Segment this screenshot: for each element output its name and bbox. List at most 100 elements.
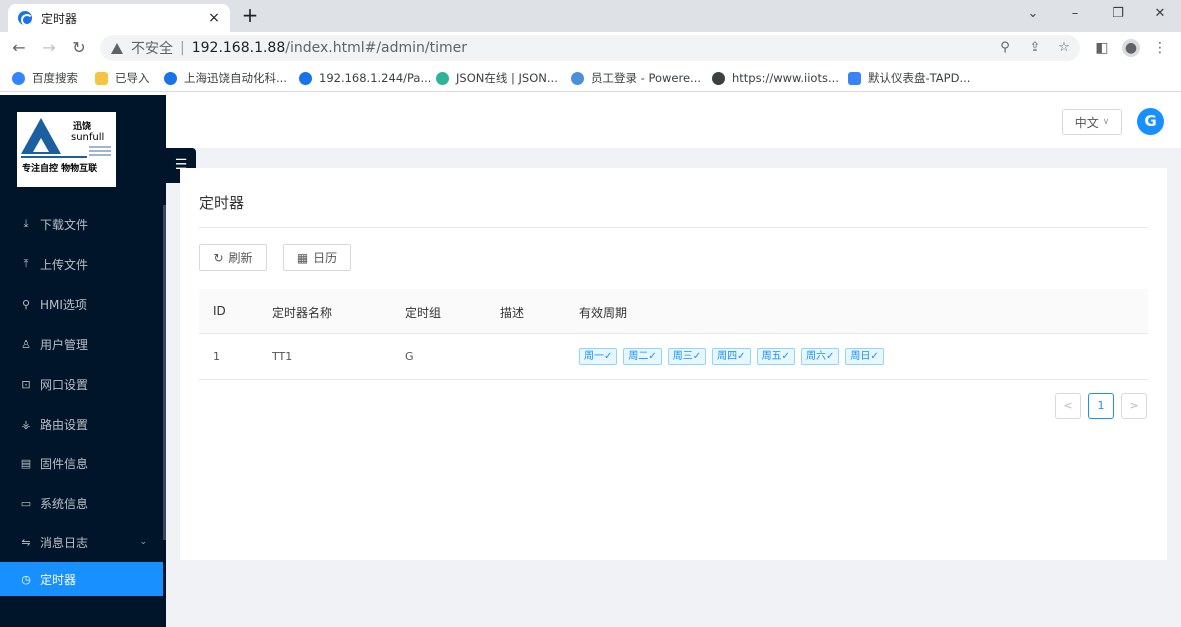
logo-triangle-inner: [33, 138, 49, 152]
cell-group: G: [405, 350, 414, 363]
sidebar-item-label: 定时器: [40, 572, 77, 587]
bookmarks-bar: 百度搜索 已导入 上海迅饶自动化科... 192.168.1.244/Pa...…: [0, 64, 1181, 92]
window-close-button[interactable]: ✕: [1140, 0, 1180, 28]
reload-icon[interactable]: ↻: [67, 36, 91, 60]
logo: 迅饶 sunfull 专注自控 物物互联: [17, 112, 116, 187]
day-tag-tue: 周二✓: [623, 348, 662, 365]
bookmark-item[interactable]: 百度搜索: [12, 70, 78, 86]
share-icon[interactable]: ⇪: [1026, 39, 1044, 57]
logo-cn-text: 迅饶: [73, 122, 92, 132]
site-icon: [299, 71, 312, 85]
next-page-button[interactable]: >: [1121, 393, 1147, 419]
prev-page-button[interactable]: <: [1055, 393, 1081, 419]
period-tags: 周一✓ 周二✓ 周三✓ 周四✓ 周五✓ 周六✓ 周日✓: [579, 348, 884, 365]
column-header-id[interactable]: ID: [213, 304, 226, 318]
bookmark-item[interactable]: 192.168.1.244/Pa...: [299, 70, 431, 86]
bookmark-label: 百度搜索: [32, 71, 78, 85]
sidebar-item-label: 网口设置: [40, 377, 89, 392]
app-header: 中文 ∨ G: [166, 95, 1181, 148]
table-row[interactable]: 1 TT1 G 周一✓ 周二✓ 周三✓ 周四✓ 周五✓ 周六✓ 周日✓: [199, 334, 1148, 380]
refresh-button[interactable]: ↻ 刷新: [199, 244, 267, 271]
sidebar-item-download[interactable]: ⤓ 下载文件: [0, 207, 163, 241]
sidebar-item-firmware[interactable]: ▤ 固件信息: [0, 446, 163, 480]
tab-title: 定时器: [41, 11, 78, 26]
bookmark-label: JSON在线 | JSON...: [456, 71, 558, 85]
bookmark-label: 默认仪表盘-TAPD...: [868, 71, 971, 85]
bookmark-item[interactable]: JSON在线 | JSON...: [436, 70, 558, 86]
bookmark-folder[interactable]: 已导入: [95, 70, 150, 86]
folder-icon: [95, 71, 108, 85]
cell-id: 1: [213, 350, 220, 363]
site-favicon-icon: [18, 11, 33, 26]
column-header-name[interactable]: 定时器名称: [272, 304, 332, 321]
language-select[interactable]: 中文 ∨: [1062, 109, 1122, 135]
calendar-button[interactable]: ▦ 日历: [283, 244, 351, 271]
bookmark-item[interactable]: 上海迅饶自动化科...: [164, 70, 287, 86]
title-divider: [199, 227, 1148, 228]
browser-tab[interactable]: 定时器 ×: [8, 4, 230, 32]
bookmark-label: 员工登录 - Powere...: [591, 71, 702, 85]
url-host: 192.168.1.88: [191, 40, 286, 56]
logo-en-text: sunfull: [71, 132, 105, 143]
browser-menu-icon[interactable]: ⋮: [1151, 39, 1169, 57]
logo-bar: [21, 156, 87, 158]
globe-icon: [712, 71, 725, 85]
sidebar-item-network[interactable]: ⊡ 网口设置: [0, 367, 163, 401]
network-icon: ⊡: [21, 377, 31, 391]
bookmark-star-icon[interactable]: ☆: [1055, 39, 1073, 57]
sidebar-item-logs[interactable]: ⇋ 消息日志 ⌄: [0, 525, 163, 559]
day-tag-sat: 周六✓: [800, 348, 840, 365]
back-arrow-icon[interactable]: ←: [7, 36, 31, 60]
minimize-button[interactable]: –: [1055, 0, 1095, 28]
page-1-button[interactable]: 1: [1088, 393, 1114, 419]
zoom-icon[interactable]: ⚲: [996, 39, 1014, 57]
sidebar-item-routing[interactable]: ⚶ 路由设置: [0, 407, 163, 441]
timer-card: 定时器 ↻ 刷新 ▦ 日历 ID 定时器名称 定时组 描述 有效周期 1 TT1…: [180, 168, 1167, 560]
language-value: 中文: [1074, 115, 1099, 130]
column-header-desc[interactable]: 描述: [500, 304, 524, 321]
sidebar-item-label: HMI选项: [40, 297, 87, 312]
forward-arrow-icon[interactable]: →: [37, 36, 61, 60]
shield-icon: [571, 71, 584, 85]
user-avatar[interactable]: G: [1137, 108, 1164, 135]
calendar-label: 日历: [313, 251, 338, 265]
warning-icon[interactable]: [111, 42, 123, 54]
bookmark-item[interactable]: https://www.iiots...: [712, 70, 839, 86]
profile-avatar-icon[interactable]: ●: [1122, 39, 1140, 57]
tab-close-icon[interactable]: ×: [206, 10, 222, 26]
refresh-label: 刷新: [228, 251, 253, 265]
sidebar-item-hmi[interactable]: ⚲ HMI选项: [0, 287, 163, 321]
sidebar-item-timer[interactable]: ◷ 定时器: [0, 562, 163, 596]
sidebar-item-label: 固件信息: [40, 456, 89, 471]
bookmark-item[interactable]: 默认仪表盘-TAPD...: [848, 70, 970, 86]
sidebar-item-label: 消息日志: [40, 535, 89, 550]
sidebar-item-label: 用户管理: [40, 337, 89, 352]
bookmark-label: https://www.iiots...: [732, 71, 839, 85]
cell-name: TT1: [272, 350, 293, 363]
baidu-icon: [12, 71, 25, 85]
monitor-icon: ▭: [20, 496, 32, 510]
address-bar[interactable]: 不安全 | 192.168.1.88 /index.html#/admin/ti…: [100, 35, 1080, 61]
browser-toolbar: ← → ↻ 不安全 | 192.168.1.88 /index.html#/ad…: [0, 32, 1181, 64]
new-tab-button[interactable]: +: [238, 3, 262, 27]
firmware-icon: ▤: [20, 456, 32, 470]
swap-icon: ⇋: [21, 535, 31, 549]
gear-icon: [436, 71, 449, 85]
day-tag-wed: 周三✓: [667, 348, 707, 365]
browser-tabbar: 定时器 × + ⌄ – ❐ ✕: [0, 0, 1181, 32]
page-title: 定时器: [199, 194, 245, 212]
side-panel-icon[interactable]: ◧: [1093, 39, 1111, 57]
column-header-group[interactable]: 定时组: [405, 304, 441, 321]
sidebar-item-system[interactable]: ▭ 系统信息: [0, 486, 163, 520]
chevron-down-icon: ∨: [1102, 117, 1110, 127]
tapd-icon: [848, 71, 861, 85]
sidebar-item-label: 上传文件: [40, 257, 89, 272]
clock-icon: ◷: [21, 572, 31, 586]
tab-search-icon[interactable]: ⌄: [1013, 0, 1053, 28]
sidebar-item-upload[interactable]: ⤒ 上传文件: [0, 247, 163, 281]
bookmark-item[interactable]: 员工登录 - Powere...: [571, 70, 701, 86]
restore-button[interactable]: ❐: [1098, 0, 1138, 28]
column-header-period[interactable]: 有效周期: [579, 304, 627, 321]
sidebar-item-users[interactable]: ♙ 用户管理: [0, 327, 163, 361]
link-icon: ⚲: [21, 297, 31, 311]
